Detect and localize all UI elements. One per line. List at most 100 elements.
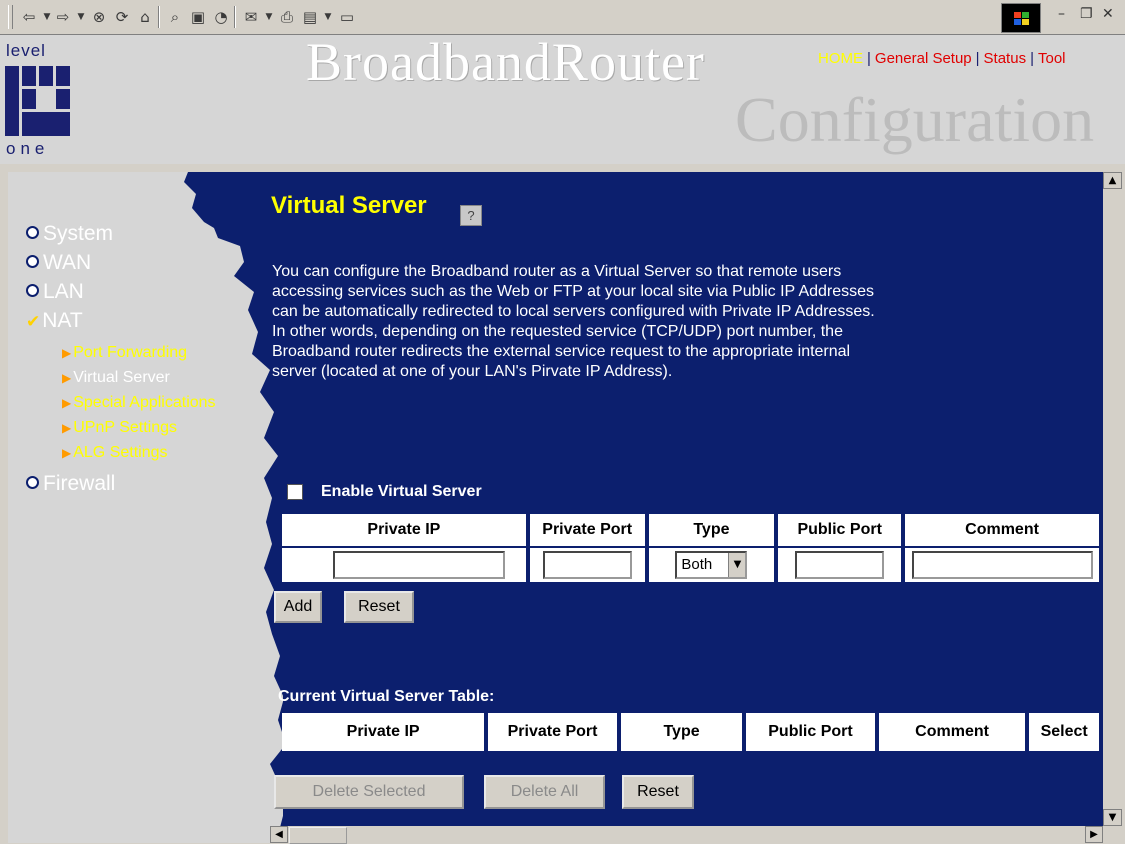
- type-select-value: Both: [681, 556, 713, 573]
- form-cell: [282, 548, 526, 582]
- comment-input[interactable]: [911, 551, 1093, 579]
- column-header: Comment: [905, 514, 1099, 546]
- public-port-input[interactable]: [795, 551, 885, 579]
- form-cell: [905, 548, 1099, 582]
- column-header: Private Port: [488, 713, 617, 751]
- sidebar-subitem-port-forwarding[interactable]: ▶ Port Forwarding: [62, 344, 187, 362]
- favorites-icon[interactable]: ▣: [189, 8, 207, 26]
- page-description: You can configure the Broadband router a…: [272, 263, 875, 380]
- column-header: Select: [1029, 713, 1099, 751]
- chevron-down-icon: ▼: [728, 553, 746, 577]
- search-icon[interactable]: ⌕: [166, 8, 184, 26]
- sidebar-subitem-alg-settings[interactable]: ▶ ALG Settings: [62, 444, 168, 462]
- sidebar-item-nat[interactable]: ✔NAT: [26, 309, 83, 333]
- column-header: Public Port: [746, 713, 875, 751]
- sidebar-subitem-upnp-settings[interactable]: ▶ UPnP Settings: [62, 419, 177, 437]
- triangle-bullet-icon: ▶: [62, 346, 72, 360]
- triangle-bullet-icon: ▶: [62, 446, 72, 460]
- triangle-bullet-icon: ▶: [62, 421, 72, 435]
- nav-general-setup-link[interactable]: General Setup: [875, 50, 972, 67]
- restore-icon[interactable]: ❐: [1080, 6, 1093, 22]
- add-button[interactable]: Add: [274, 591, 322, 623]
- form-cell: [778, 548, 902, 582]
- sidebar-subitem-label: UPnP Settings: [73, 419, 177, 436]
- help-icon[interactable]: ?: [460, 205, 482, 226]
- form-cell: Both ▼: [648, 548, 775, 582]
- content-area: System WAN LAN ✔NAT Firewall ▶ Port Forwa…: [8, 172, 1103, 843]
- column-header: Type: [620, 713, 743, 751]
- scroll-right-icon[interactable]: ▶: [1085, 826, 1103, 843]
- toolbar-separator: [234, 6, 236, 28]
- sidebar-item-system[interactable]: System: [26, 222, 113, 246]
- sidebar-subitem-virtual-server[interactable]: ▶ Virtual Server: [62, 369, 170, 387]
- horizontal-scrollbar[interactable]: ◀ ▶: [270, 826, 1103, 844]
- header-subtitle: Configuration: [735, 84, 1095, 155]
- nav-status-link[interactable]: Status: [984, 50, 1027, 67]
- reset-table-button[interactable]: Reset: [622, 775, 694, 809]
- type-select[interactable]: Both ▼: [675, 551, 748, 579]
- column-header: Type: [648, 514, 775, 546]
- delete-all-button[interactable]: Delete All: [484, 775, 605, 809]
- forward-dropdown-icon[interactable]: ▼: [72, 8, 90, 26]
- minimize-icon[interactable]: –: [1058, 6, 1065, 22]
- sidebar-subitem-label: Virtual Server: [73, 369, 170, 386]
- nav-home-link[interactable]: HOME: [818, 50, 863, 67]
- private-port-input[interactable]: [542, 551, 632, 579]
- edit-dropdown-icon[interactable]: ▼: [319, 8, 337, 26]
- current-virtual-server-table: Private IP Private Port Type Public Port…: [278, 711, 1103, 753]
- column-header: Comment: [878, 713, 1026, 751]
- windows-logo-icon: [1001, 3, 1041, 33]
- close-icon[interactable]: ✕: [1102, 6, 1114, 22]
- print-icon[interactable]: ⎙: [278, 8, 296, 26]
- sidebar-subitem-label: Port Forwarding: [73, 344, 188, 361]
- reset-button[interactable]: Reset: [344, 591, 414, 623]
- logo-text-bottom: one: [6, 139, 50, 158]
- stop-icon[interactable]: ⊗: [90, 8, 108, 26]
- sidebar-item-lan[interactable]: LAN: [26, 280, 84, 304]
- radio-bullet-icon: [26, 475, 39, 489]
- sidebar-item-label: System: [43, 222, 114, 245]
- nav-tool-link[interactable]: Tool: [1038, 50, 1066, 67]
- enable-virtual-server-checkbox[interactable]: [287, 484, 303, 500]
- column-header: Public Port: [778, 514, 902, 546]
- logo-text-top: level: [6, 41, 46, 60]
- history-icon[interactable]: ◔: [212, 8, 230, 26]
- sidebar-item-wan[interactable]: WAN: [26, 251, 91, 275]
- mail-icon[interactable]: ✉: [242, 8, 260, 26]
- triangle-bullet-icon: ▶: [62, 396, 72, 410]
- header-brand: BroadbandRouter: [306, 35, 705, 92]
- sidebar-item-label: LAN: [43, 280, 84, 303]
- back-icon[interactable]: ⇦: [20, 8, 38, 26]
- edit-icon[interactable]: ▤: [301, 8, 319, 26]
- scroll-up-icon[interactable]: ▲: [1103, 172, 1122, 189]
- page-header: level one Configuration BroadbandRouter …: [0, 35, 1125, 164]
- top-nav: HOME | General Setup | Status | Tool: [818, 50, 1066, 67]
- radio-bullet-icon: [26, 225, 39, 239]
- private-ip-input[interactable]: [332, 551, 505, 579]
- form-cell: [529, 548, 645, 582]
- browser-toolbar: ⇦ ▼ ⇨ ▼ ⊗ ⟳ ⌂ ⌕ ▣ ◔ ✉ ▼ ⎙ ▤ ▼ ▭ – ❐ ✕: [0, 0, 1125, 35]
- levelone-logo: level one: [4, 41, 74, 164]
- sidebar-item-label: WAN: [43, 251, 92, 274]
- sidebar-subitem-special-applications[interactable]: ▶ Special Applications: [62, 394, 216, 412]
- refresh-icon[interactable]: ⟳: [113, 8, 131, 26]
- scroll-left-icon[interactable]: ◀: [270, 826, 288, 843]
- page-title: Virtual Server: [271, 192, 427, 219]
- scroll-thumb[interactable]: [289, 827, 347, 844]
- enable-virtual-server-label: Enable Virtual Server: [321, 483, 482, 500]
- mail-dropdown-icon[interactable]: ▼: [260, 8, 278, 26]
- radio-bullet-icon: [26, 283, 39, 297]
- delete-selected-button[interactable]: Delete Selected: [274, 775, 464, 809]
- sidebar-subitem-label: Special Applications: [73, 394, 216, 411]
- sidebar-item-label: NAT: [42, 309, 83, 332]
- current-table-title: Current Virtual Server Table:: [278, 688, 495, 705]
- forward-icon[interactable]: ⇨: [54, 8, 72, 26]
- home-icon[interactable]: ⌂: [136, 8, 154, 26]
- sidebar-item-firewall[interactable]: Firewall: [26, 472, 115, 496]
- column-header: Private IP: [282, 713, 485, 751]
- vertical-scrollbar[interactable]: ▲ ▼: [1103, 172, 1122, 827]
- scroll-down-icon[interactable]: ▼: [1103, 809, 1122, 826]
- discuss-icon[interactable]: ▭: [338, 8, 356, 26]
- toolbar-grip[interactable]: [8, 5, 13, 29]
- enable-virtual-server-row: Enable Virtual Server: [287, 483, 482, 501]
